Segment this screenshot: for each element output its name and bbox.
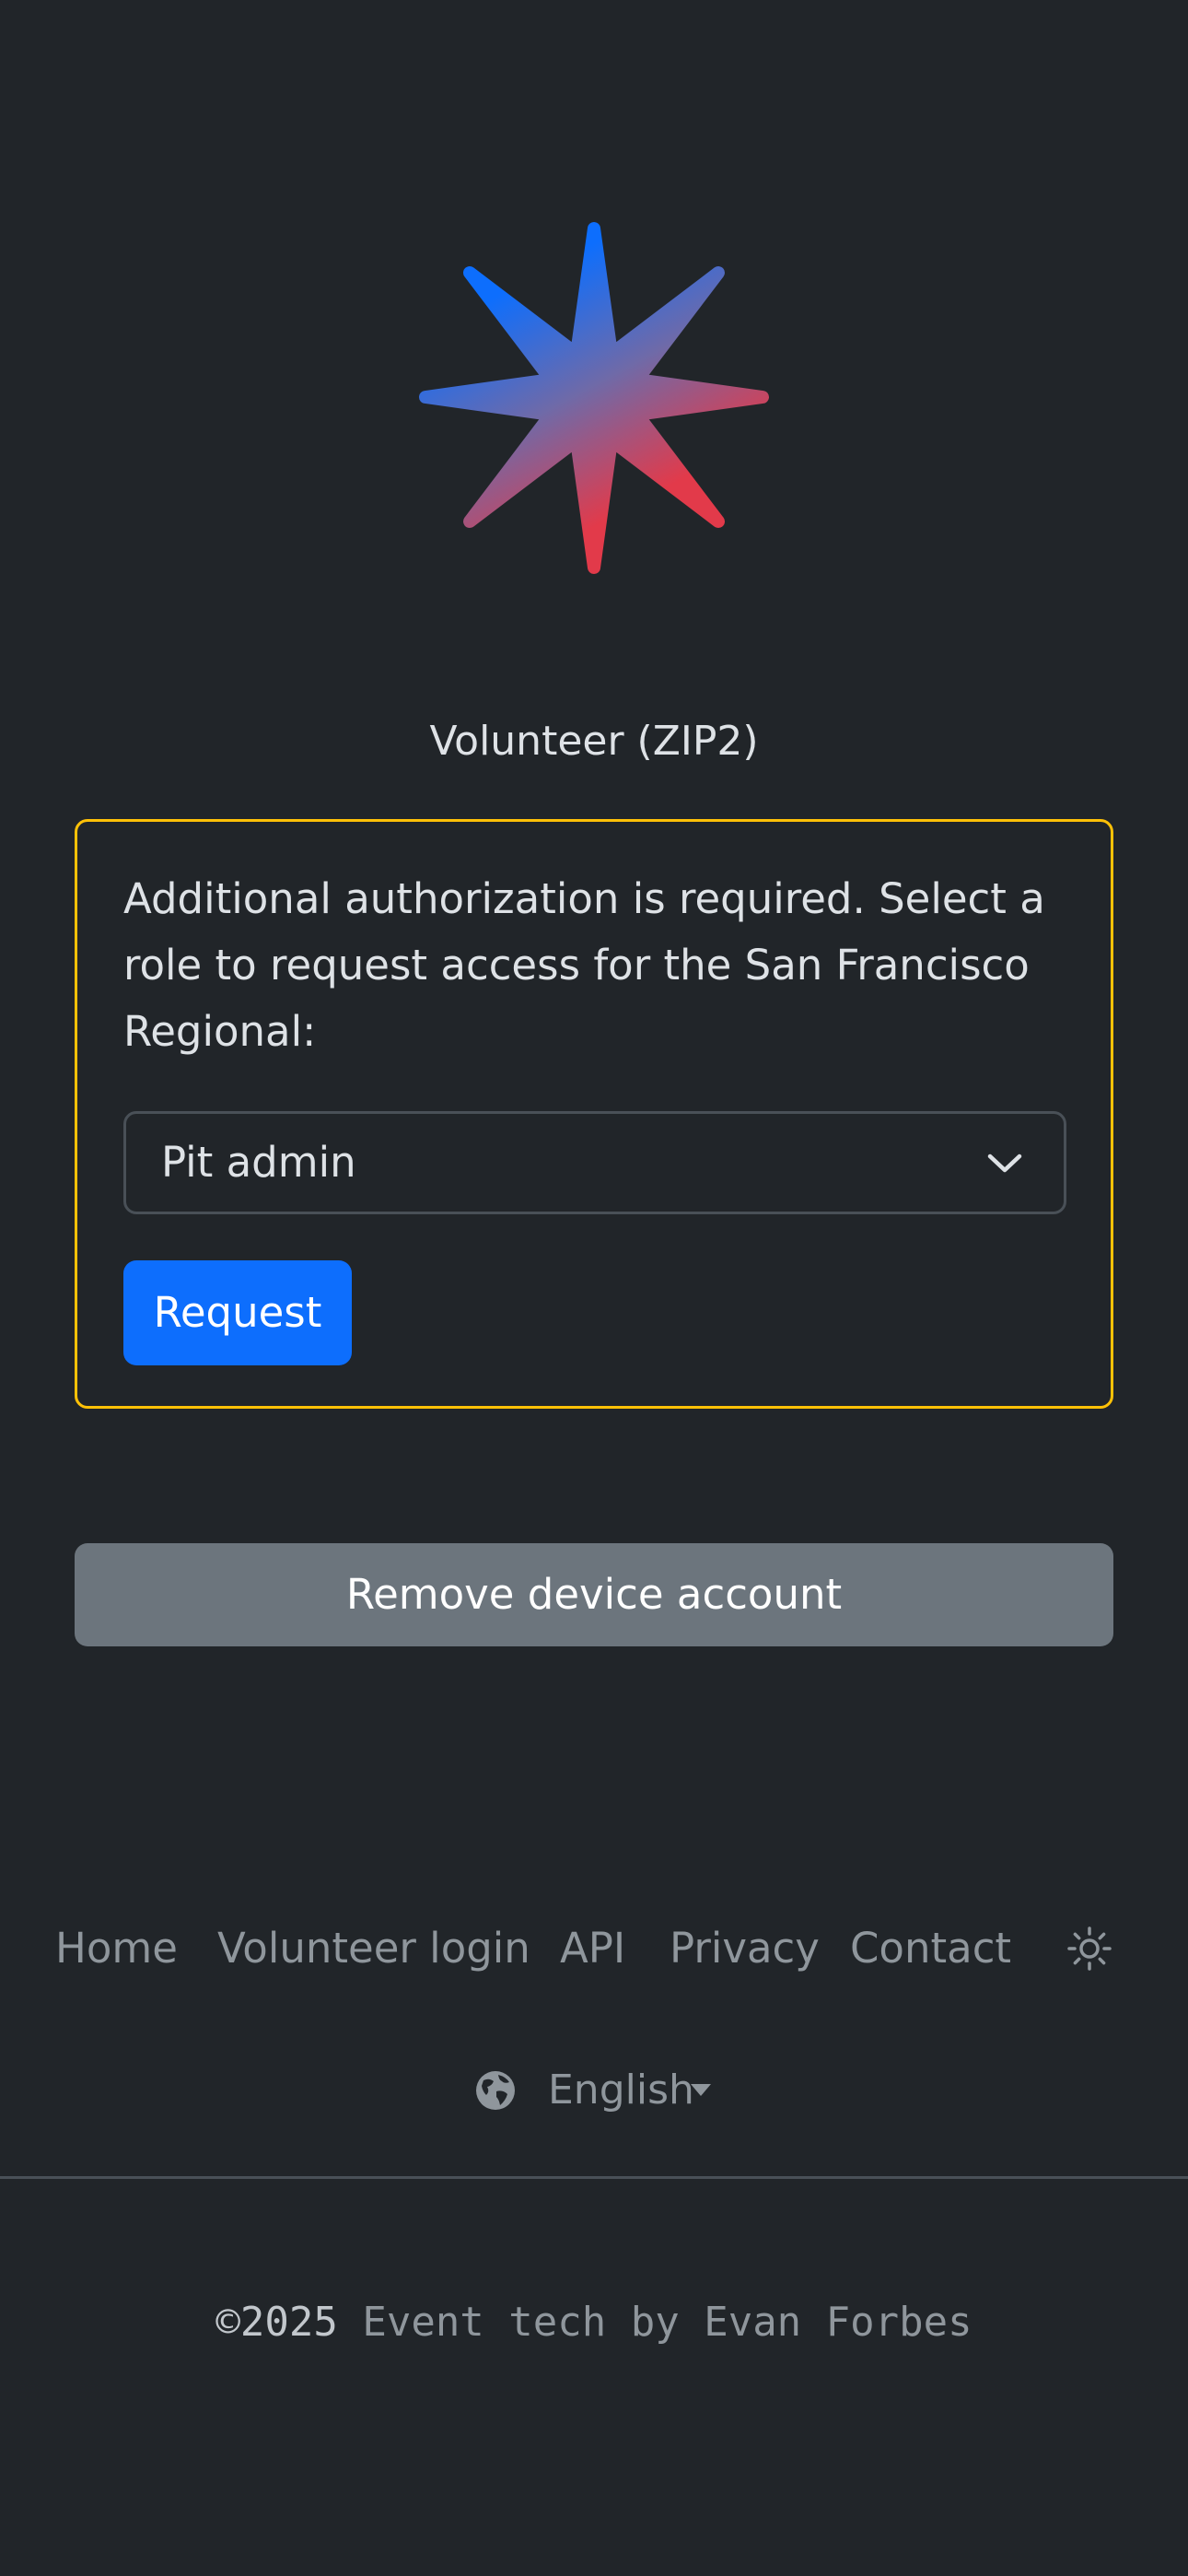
caret-down-icon [691, 2084, 711, 2096]
language-selector[interactable]: English [0, 2058, 1188, 2123]
star-logo-icon [419, 222, 769, 574]
chevron-down-icon [987, 1153, 1022, 1173]
sun-icon[interactable] [1066, 1926, 1112, 1972]
footer-nav: Home Volunteer login API Privacy Contact [0, 1916, 1188, 1981]
copyright-year: ©2025 [215, 2299, 338, 2346]
role-select-value: Pit admin [161, 1138, 356, 1187]
copyright: ©2025 Event tech by Evan Forbes [0, 2290, 1188, 2355]
device-account-name: Volunteer (ZIP2) [429, 718, 759, 765]
role-select[interactable]: Pit admin [123, 1111, 1066, 1214]
footer-link-home[interactable]: Home [55, 1916, 178, 1981]
footer-link-contact[interactable]: Contact [850, 1916, 1011, 1981]
language-label: English [548, 2067, 694, 2113]
request-button[interactable]: Request [123, 1260, 352, 1365]
authorization-message: Additional authorization is required. Se… [123, 874, 1045, 1056]
authorization-card: Additional authorization is required. Se… [75, 819, 1113, 1409]
copyright-credit: Event tech by Evan Forbes [362, 2299, 973, 2346]
footer-link-volunteer-login[interactable]: Volunteer login [217, 1916, 530, 1981]
footer-link-api[interactable]: API [560, 1916, 625, 1981]
footer-link-privacy[interactable]: Privacy [670, 1916, 820, 1981]
footer-divider [0, 2176, 1188, 2179]
globe-icon [476, 2071, 515, 2110]
remove-device-account-button[interactable]: Remove device account [75, 1543, 1113, 1646]
